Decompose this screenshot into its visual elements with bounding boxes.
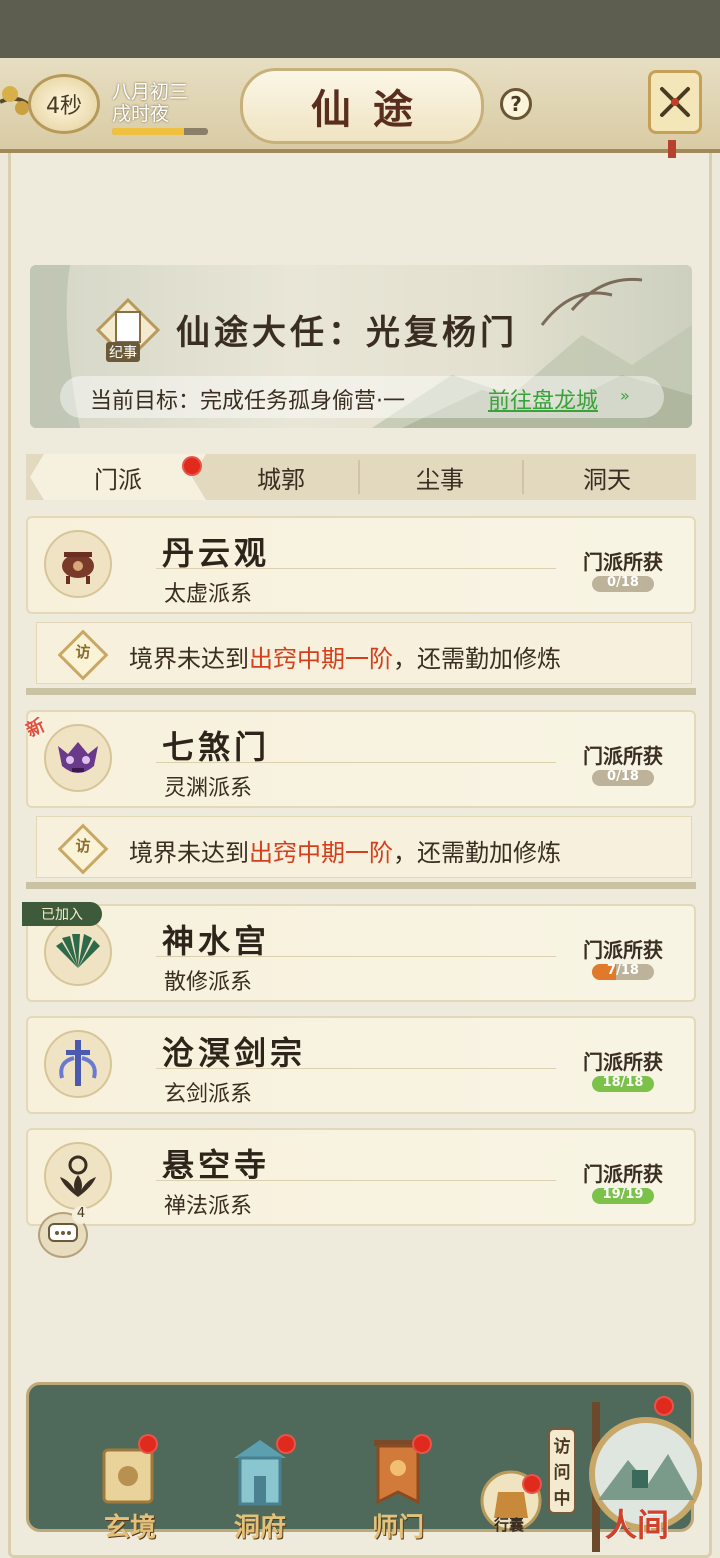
tab-label: 城郭 [257, 465, 305, 494]
sect-card[interactable]: 神水宫 散修派系 门派所获 7/18 [26, 904, 696, 1002]
chronicle-badge-label: 纪事 [106, 342, 140, 362]
sect-card[interactable]: 沧溟剑宗 玄剑派系 门派所获 18/18 [26, 1016, 696, 1114]
section-separator [26, 882, 696, 889]
cauldron-icon [44, 530, 112, 598]
gain-label: 门派所获 [583, 938, 663, 962]
help-button[interactable]: ? [500, 88, 532, 120]
gain-label: 门派所获 [583, 1162, 663, 1186]
section-separator [26, 688, 696, 695]
divider [156, 956, 556, 957]
sword-emblem-icon [44, 1030, 112, 1098]
nav-label: 师门 [371, 1513, 424, 1543]
sect-card[interactable]: 悬空寺 禅法派系 门派所获 19/19 [26, 1128, 696, 1226]
gain-label: 门派所获 [583, 1050, 663, 1074]
gain-count: 19/19 [602, 1187, 644, 1202]
time-progress-fill [112, 128, 184, 135]
requirement-realm: 出窍中期一阶 [249, 645, 393, 673]
sect-gain: 门派所获 0/18 [578, 732, 668, 794]
sect-gain: 门派所获 19/19 [578, 1150, 668, 1212]
sect-card[interactable]: 丹云观 太虚派系 门派所获 0/18 [26, 516, 696, 614]
notification-dot [182, 456, 202, 476]
sect-gain: 门派所获 7/18 [578, 926, 668, 988]
lotus-icon [44, 1142, 112, 1210]
visit-icon-label: 访 [75, 837, 91, 855]
sect-gain: 门派所获 0/18 [578, 538, 668, 600]
divider [156, 762, 556, 763]
notification-dot [138, 1434, 158, 1454]
nav-label: 人间 [604, 1506, 669, 1544]
requirement-text: 境界未达到出窍中期一阶，还需勤加修炼 [129, 833, 561, 868]
chat-button[interactable]: 4 [38, 1206, 90, 1258]
sect-gain: 门派所获 18/18 [578, 1038, 668, 1100]
time-progress-bar [112, 128, 208, 135]
sect-card[interactable]: 七煞门 灵渊派系 门派所获 0/18 [26, 710, 696, 808]
gain-label: 门派所获 [583, 550, 663, 574]
tab-cave[interactable]: 洞天 [524, 454, 690, 500]
notification-dot [276, 1434, 296, 1454]
sect-lineage: 散修派系 [164, 970, 253, 995]
notification-dot [654, 1396, 674, 1416]
help-icon: ? [510, 92, 522, 116]
sect-lineage: 玄剑派系 [164, 1082, 253, 1107]
nav-xuanjing[interactable]: 玄境 [80, 1434, 180, 1544]
current-goal-text: 当前目标：完成任务孤身偷营·一 [90, 389, 405, 414]
timer-text: 4秒 [46, 94, 82, 119]
divider [156, 1068, 556, 1069]
tassel-decoration [668, 140, 676, 158]
divider [156, 568, 556, 569]
tab-sect[interactable]: 门派 [30, 454, 206, 500]
chat-bubble-icon [48, 1223, 78, 1242]
page-title-plaque: 仙途 [240, 68, 484, 144]
demon-mask-icon [44, 724, 112, 792]
category-tabs: 门派 城郭 尘事 洞天 [26, 454, 696, 500]
fan-leaf-icon [44, 918, 112, 986]
nav-label: 玄境 [103, 1513, 156, 1543]
game-time-of-day: 戌时夜 [112, 103, 170, 125]
close-icon [660, 87, 690, 117]
visit-requirement: 访 境界未达到出窍中期一阶，还需勤加修炼 [36, 622, 692, 684]
gain-count: 18/18 [602, 1075, 644, 1090]
goto-arrow-icon[interactable]: » [620, 386, 630, 405]
tab-label: 尘事 [416, 465, 464, 494]
page-title: 仙途 [311, 86, 435, 133]
close-button[interactable] [648, 70, 702, 134]
quest-title: 仙途大任：光复杨门 [176, 313, 518, 353]
nav-shimen[interactable]: 师门 [348, 1434, 448, 1544]
tab-label: 门派 [94, 465, 142, 494]
divider [156, 1180, 556, 1181]
nav-xingnang[interactable]: 行囊 [478, 1470, 544, 1540]
requirement-suffix: ，还需勤加修炼 [393, 645, 561, 673]
notification-dot [522, 1474, 542, 1494]
visit-requirement: 访 境界未达到出窍中期一阶，还需勤加修炼 [36, 816, 692, 878]
requirement-suffix: ，还需勤加修炼 [393, 839, 561, 867]
requirement-text: 境界未达到出窍中期一阶，还需勤加修炼 [129, 639, 561, 674]
countdown-timer: 4秒 [28, 74, 100, 134]
joined-badge: 已加入 [22, 902, 102, 926]
nav-label: 行囊 [493, 1516, 524, 1534]
notification-dot [412, 1434, 432, 1454]
nav-dongfu[interactable]: 洞府 [210, 1434, 310, 1544]
gain-count: 0/18 [607, 575, 639, 590]
gain-count: 0/18 [607, 769, 639, 784]
nav-renjian[interactable]: 访问中 人间 [548, 1396, 702, 1558]
sect-lineage: 太虚派系 [164, 582, 253, 607]
gain-label: 门派所获 [583, 744, 663, 768]
requirement-prefix: 境界未达到 [129, 839, 249, 867]
requirement-prefix: 境界未达到 [129, 645, 249, 673]
tab-affairs[interactable]: 尘事 [360, 454, 520, 500]
tab-label: 洞天 [583, 465, 631, 494]
goto-link[interactable]: 前往盘龙城 [488, 383, 598, 415]
status-strip [0, 0, 720, 58]
sect-lineage: 灵渊派系 [164, 776, 253, 801]
sect-lineage: 禅法派系 [164, 1194, 253, 1219]
tab-city[interactable]: 城郭 [206, 454, 356, 500]
visit-icon-label: 访 [75, 643, 91, 661]
gain-count: 7/18 [607, 963, 639, 978]
requirement-realm: 出窍中期一阶 [249, 839, 393, 867]
nav-label: 洞府 [233, 1513, 286, 1543]
chronicle-badge: 纪事 [95, 297, 161, 363]
chat-count: 4 [72, 1206, 90, 1224]
